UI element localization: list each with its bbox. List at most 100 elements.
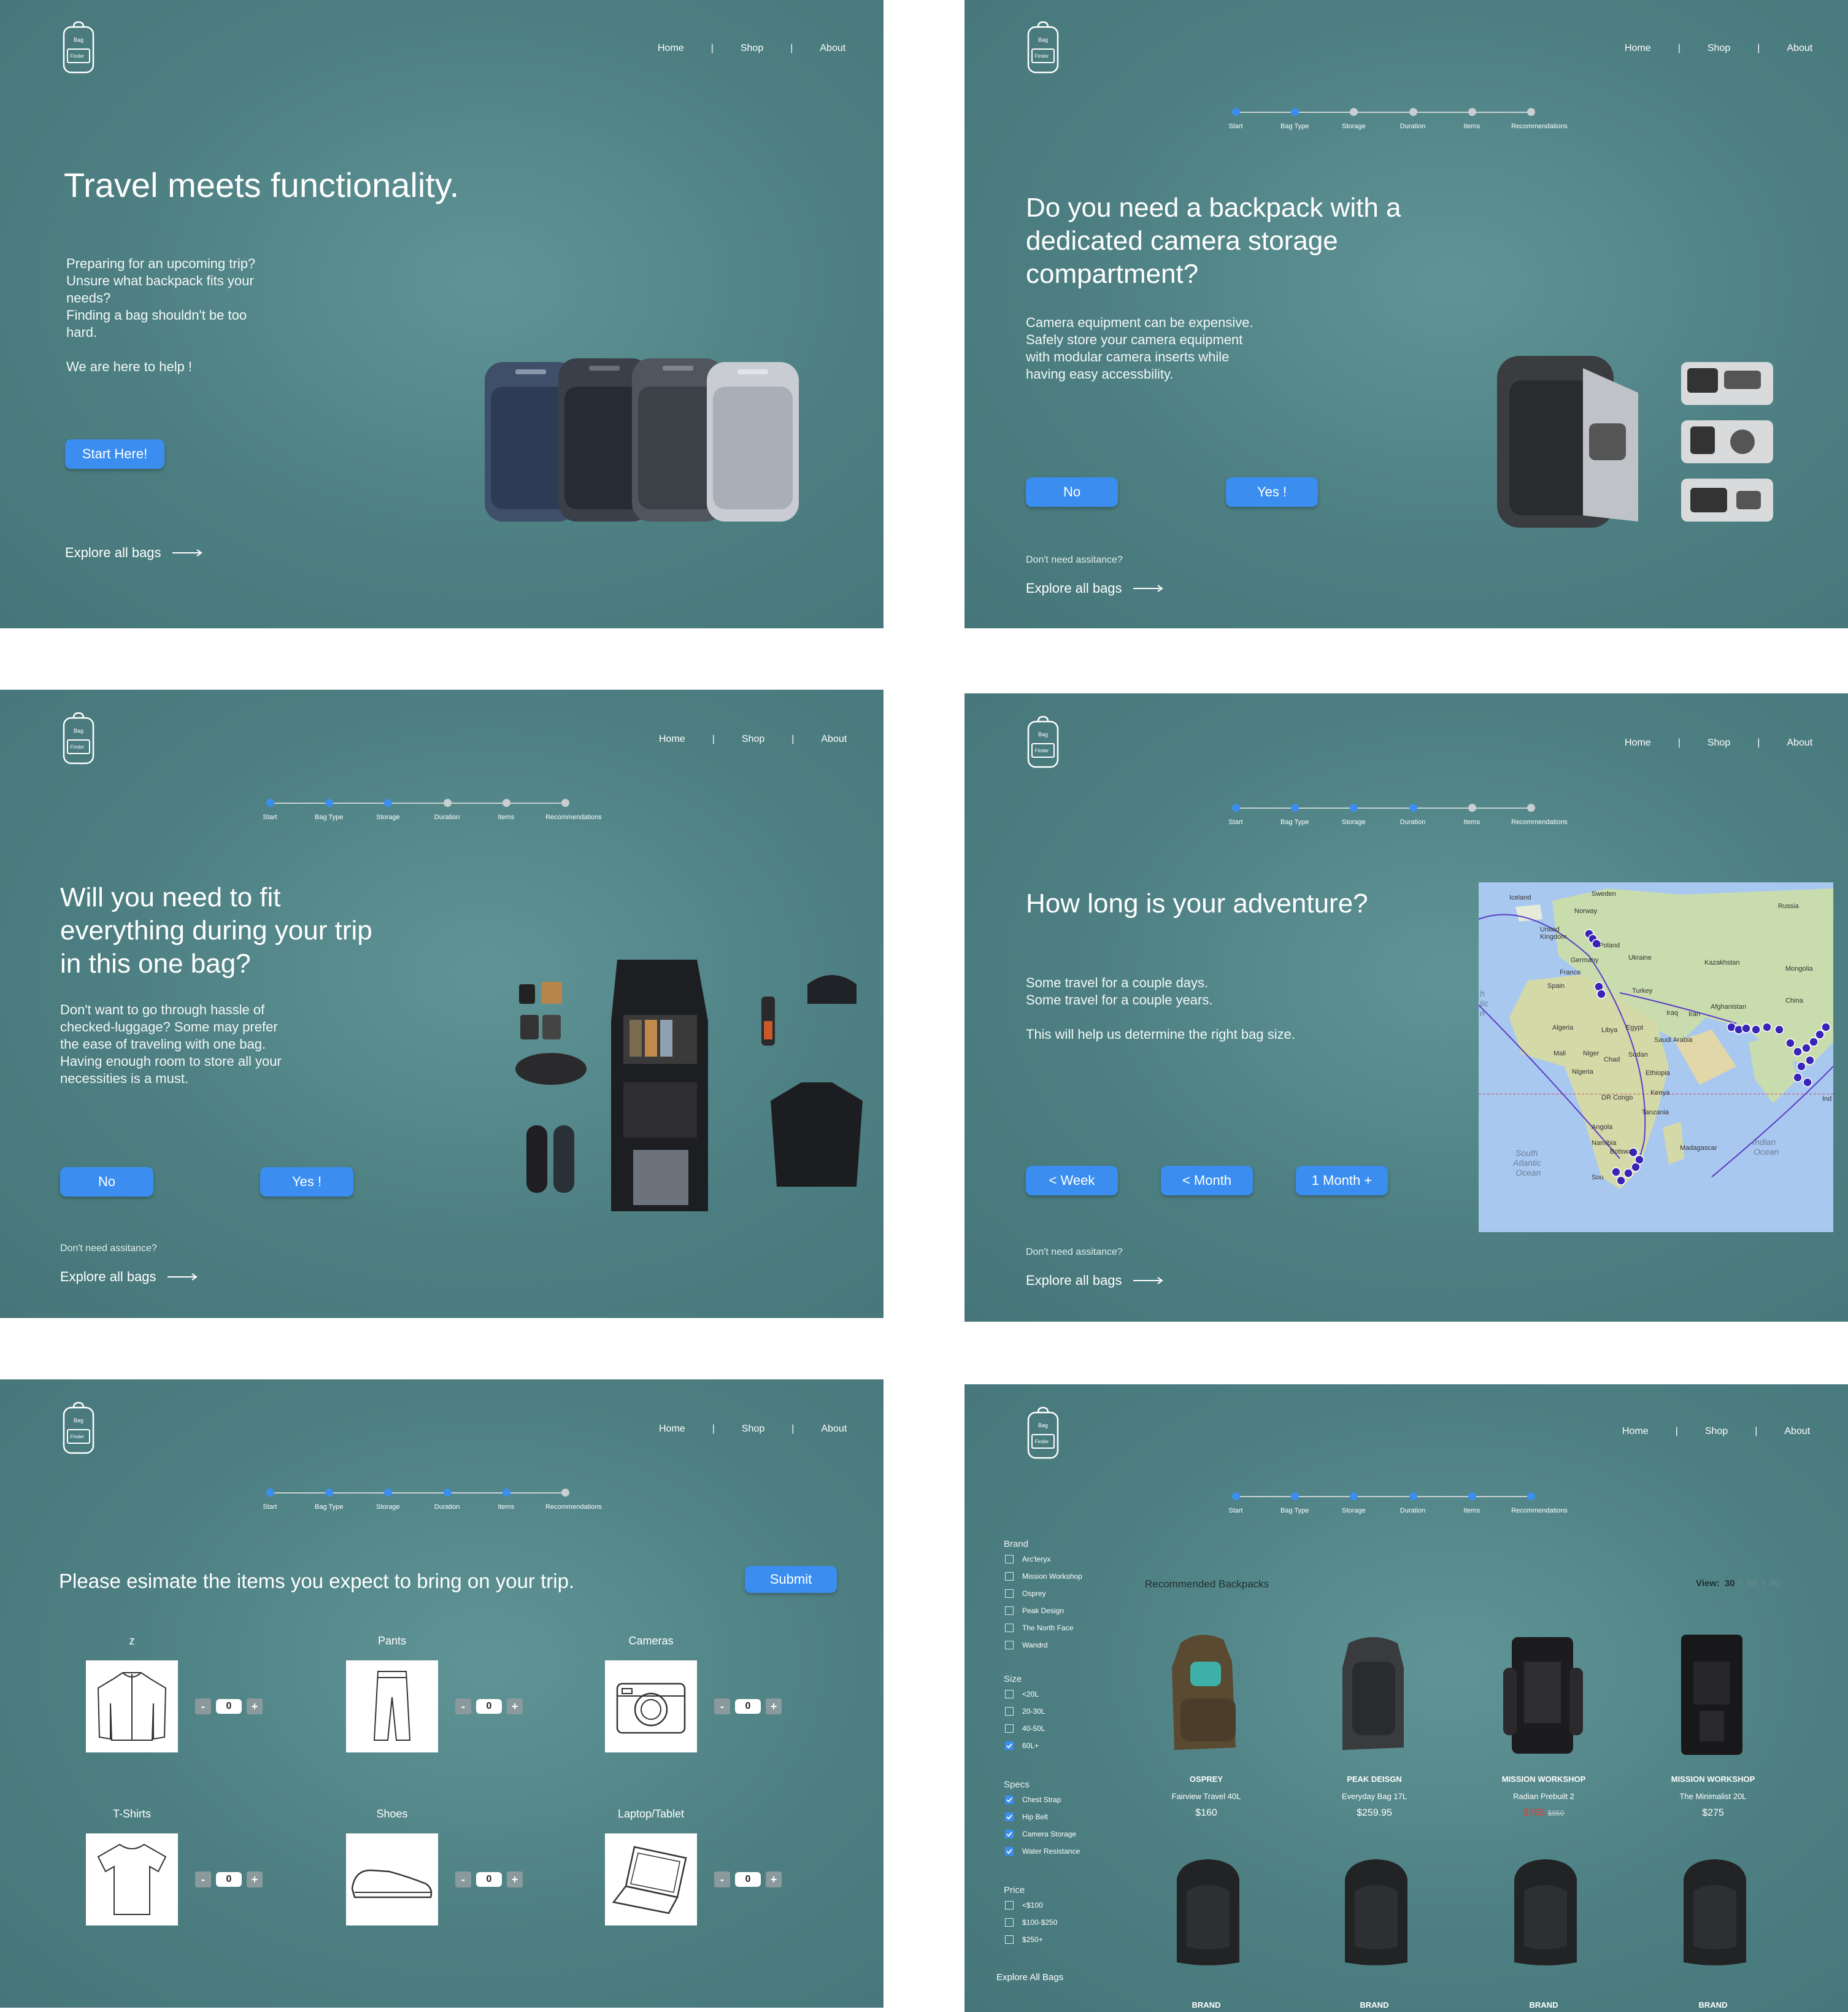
- product-image[interactable]: [1663, 1854, 1767, 1974]
- step-dot-bag-type[interactable]: [1291, 108, 1299, 116]
- product-image[interactable]: [1493, 1854, 1598, 1974]
- decrement-button[interactable]: -: [195, 1698, 211, 1714]
- decrement-button[interactable]: -: [714, 1871, 730, 1887]
- no-button[interactable]: No: [1026, 477, 1118, 507]
- filter-option[interactable]: The North Face: [1005, 1624, 1073, 1632]
- nav-home[interactable]: Home: [1622, 1426, 1649, 1437]
- step-dot-recommendations[interactable]: [1527, 1492, 1535, 1500]
- backpack-logo-icon[interactable]: Bag Finder: [1026, 21, 1060, 76]
- step-dot-items[interactable]: [1468, 108, 1476, 116]
- checkbox[interactable]: [1005, 1707, 1014, 1716]
- nav-home[interactable]: Home: [1625, 738, 1651, 749]
- checkbox[interactable]: [1005, 1555, 1014, 1563]
- view-option-30[interactable]: 30: [1725, 1578, 1735, 1589]
- checkbox[interactable]: [1005, 1935, 1014, 1944]
- checkbox[interactable]: [1005, 1624, 1014, 1632]
- quantity-value[interactable]: 0: [476, 1699, 502, 1714]
- step-dot-items[interactable]: [502, 799, 510, 807]
- filter-option[interactable]: Wandrd: [1005, 1641, 1048, 1649]
- nav-home[interactable]: Home: [659, 1424, 685, 1435]
- product-image[interactable]: [1156, 1854, 1260, 1974]
- step-dot-bag-type[interactable]: [325, 799, 334, 807]
- step-dot-storage[interactable]: [384, 1489, 393, 1497]
- filter-option[interactable]: Hip Belt: [1005, 1813, 1048, 1821]
- product-image[interactable]: [1663, 1625, 1767, 1763]
- explore-all-bags-link[interactable]: Explore all bags: [60, 1269, 198, 1285]
- quantity-value[interactable]: 0: [735, 1699, 761, 1714]
- less-than-week-button[interactable]: < Week: [1026, 1166, 1118, 1195]
- filter-option[interactable]: Camera Storage: [1005, 1830, 1076, 1838]
- filter-option[interactable]: 60L+: [1005, 1741, 1039, 1750]
- nav-home[interactable]: Home: [659, 734, 685, 745]
- increment-button[interactable]: +: [507, 1871, 523, 1887]
- explore-all-bags-link[interactable]: Explore all bags: [1026, 1273, 1164, 1289]
- product-image[interactable]: [1324, 1625, 1428, 1763]
- checkbox[interactable]: [1005, 1795, 1014, 1804]
- product-name[interactable]: Fairview Travel 40L: [1139, 1792, 1274, 1801]
- step-dot-start[interactable]: [1232, 804, 1240, 812]
- nav-shop[interactable]: Shop: [742, 734, 764, 745]
- step-dot-items[interactable]: [1468, 1492, 1476, 1500]
- filter-option[interactable]: Chest Strap: [1005, 1795, 1061, 1804]
- product-image[interactable]: [1324, 1854, 1428, 1974]
- decrement-button[interactable]: -: [455, 1871, 471, 1887]
- filter-option[interactable]: 40-50L: [1005, 1724, 1045, 1733]
- decrement-button[interactable]: -: [714, 1698, 730, 1714]
- checkbox[interactable]: [1005, 1724, 1014, 1733]
- yes-button[interactable]: Yes !: [260, 1167, 353, 1197]
- step-dot-storage[interactable]: [1350, 804, 1358, 812]
- step-dot-duration[interactable]: [1409, 108, 1417, 116]
- step-dot-bag-type[interactable]: [1291, 804, 1299, 812]
- month-plus-button[interactable]: 1 Month +: [1296, 1166, 1388, 1195]
- view-option-90[interactable]: 90: [1769, 1578, 1780, 1589]
- product-name[interactable]: Radian Prebuilt 2: [1476, 1792, 1611, 1801]
- checkbox[interactable]: [1005, 1918, 1014, 1927]
- increment-button[interactable]: +: [247, 1698, 263, 1714]
- explore-all-bags-link[interactable]: Explore All Bags: [996, 1972, 1063, 1983]
- step-dot-start[interactable]: [1232, 1492, 1240, 1500]
- filter-option[interactable]: $100-$250: [1005, 1918, 1057, 1927]
- checkbox[interactable]: [1005, 1641, 1014, 1649]
- quantity-value[interactable]: 0: [216, 1699, 242, 1714]
- start-here-button[interactable]: Start Here!: [65, 439, 164, 469]
- explore-all-bags-link[interactable]: Explore all bags: [1026, 580, 1164, 596]
- backpack-logo-icon[interactable]: Bag Finder: [61, 1401, 96, 1457]
- nav-about[interactable]: About: [821, 1424, 847, 1435]
- no-button[interactable]: No: [60, 1167, 153, 1197]
- backpack-logo-icon[interactable]: Bag Finder: [61, 712, 96, 767]
- checkbox[interactable]: [1005, 1572, 1014, 1581]
- less-than-month-button[interactable]: < Month: [1161, 1166, 1253, 1195]
- submit-button[interactable]: Submit: [745, 1566, 837, 1593]
- increment-button[interactable]: +: [766, 1698, 782, 1714]
- nav-shop[interactable]: Shop: [742, 1424, 764, 1435]
- increment-button[interactable]: +: [507, 1698, 523, 1714]
- product-image[interactable]: [1493, 1625, 1598, 1763]
- product-name[interactable]: Everyday Bag 17L: [1307, 1792, 1442, 1801]
- step-dot-duration[interactable]: [443, 1489, 452, 1497]
- increment-button[interactable]: +: [247, 1871, 263, 1887]
- nav-about[interactable]: About: [1787, 43, 1812, 54]
- step-dot-recommendations[interactable]: [1527, 804, 1535, 812]
- travel-map[interactable]: Iceland Sweden Norway Russia United Kingd…: [1479, 882, 1833, 1232]
- nav-about[interactable]: About: [1787, 738, 1812, 749]
- checkbox[interactable]: [1005, 1741, 1014, 1750]
- quantity-value[interactable]: 0: [216, 1872, 242, 1887]
- backpack-logo-icon[interactable]: Bag Finder: [1026, 1406, 1060, 1462]
- product-name[interactable]: The Minimalist 20L: [1646, 1792, 1781, 1801]
- filter-option[interactable]: Osprey: [1005, 1589, 1046, 1598]
- step-dot-bag-type[interactable]: [325, 1489, 334, 1497]
- filter-option[interactable]: 20-30L: [1005, 1707, 1045, 1716]
- decrement-button[interactable]: -: [195, 1871, 211, 1887]
- filter-option[interactable]: Peak Design: [1005, 1606, 1064, 1615]
- nav-home[interactable]: Home: [658, 43, 684, 54]
- filter-option[interactable]: Arc'teryx: [1005, 1555, 1050, 1563]
- increment-button[interactable]: +: [766, 1871, 782, 1887]
- product-image[interactable]: [1156, 1625, 1260, 1763]
- nav-shop[interactable]: Shop: [1707, 43, 1730, 54]
- nav-shop[interactable]: Shop: [1705, 1426, 1728, 1437]
- decrement-button[interactable]: -: [455, 1698, 471, 1714]
- quantity-value[interactable]: 0: [735, 1872, 761, 1887]
- nav-about[interactable]: About: [821, 734, 847, 745]
- step-dot-recommendations[interactable]: [561, 1489, 569, 1497]
- backpack-logo-icon[interactable]: Bag Finder: [1026, 715, 1060, 771]
